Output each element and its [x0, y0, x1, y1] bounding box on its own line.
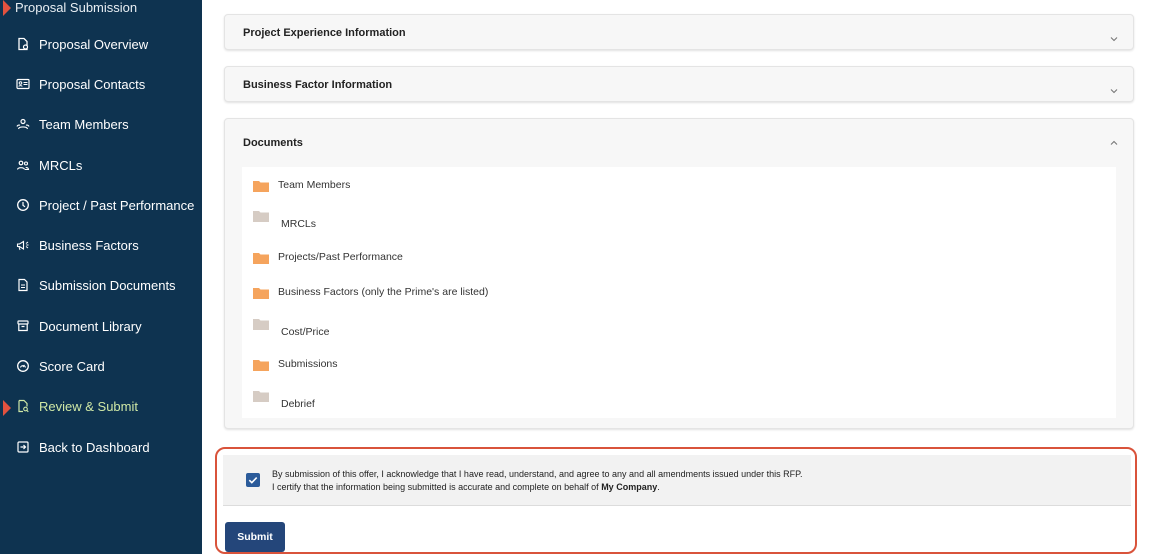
review-icon	[16, 399, 30, 413]
sidebar-item-proposal-contacts[interactable]: Proposal Contacts	[0, 69, 202, 101]
business-factor-panel[interactable]: Business Factor Information	[224, 66, 1134, 102]
main-content: Project Experience Information Business …	[202, 0, 1153, 554]
chevron-down-icon[interactable]	[1109, 31, 1119, 42]
company-name: My Company	[601, 482, 658, 492]
acknowledgement-line-2: I certify that the information being sub…	[272, 481, 803, 494]
folder-label: Cost/Price	[281, 326, 330, 338]
documents-folder-list: Team Members MRCLs Projects/Past Perform…	[242, 167, 1116, 418]
sidebar-item-label: Document Library	[39, 319, 142, 334]
sidebar-item-label: Submission Documents	[39, 278, 176, 293]
documents-panel: Documents Team Members MRCLs Projects/Pa…	[224, 118, 1134, 429]
project-experience-panel[interactable]: Project Experience Information	[224, 14, 1134, 50]
sidebar-item-mrcls[interactable]: MRCLs	[0, 150, 202, 182]
sidebar-item-document-library[interactable]: Document Library	[0, 311, 202, 343]
sidebar-section-header: Proposal Submission	[0, 0, 202, 17]
folder-icon	[253, 358, 269, 371]
sidebar-item-label: Score Card	[39, 359, 105, 374]
folder-icon	[253, 317, 269, 330]
chevron-up-icon[interactable]	[1109, 135, 1119, 145]
folder-icon	[253, 286, 269, 299]
folder-label: Debrief	[281, 398, 315, 410]
panel-title: Project Experience Information	[243, 27, 406, 39]
folder-icon	[253, 389, 269, 402]
sidebar-item-business-factors[interactable]: Business Factors	[0, 230, 202, 262]
sidebar-item-team-members[interactable]: Team Members	[0, 109, 202, 141]
sidebar-item-submission-documents[interactable]: Submission Documents	[0, 270, 202, 302]
acknowledgement-line-2-text: I certify that the information being sub…	[272, 482, 602, 492]
sidebar-item-score-card[interactable]: Score Card	[0, 351, 202, 383]
sidebar-item-project-past-performance[interactable]: Project / Past Performance	[0, 190, 202, 222]
document-icon	[16, 37, 30, 51]
sidebar-item-label: Business Factors	[39, 238, 139, 253]
folder-label: Team Members	[278, 179, 351, 191]
megaphone-icon	[16, 238, 30, 252]
sidebar: Proposal Submission Proposal Overview Pr…	[0, 0, 202, 554]
app: Proposal Submission Proposal Overview Pr…	[0, 0, 1153, 554]
contact-card-icon	[16, 77, 30, 91]
acknowledgement-line-1: By submission of this offer, I acknowled…	[272, 469, 803, 479]
file-icon	[16, 278, 30, 292]
sidebar-item-label: Back to Dashboard	[39, 440, 150, 455]
gauge-icon	[16, 359, 30, 373]
folder-icon	[253, 179, 269, 192]
acknowledgement-box: By submission of this offer, I acknowled…	[223, 455, 1131, 506]
folder-label: Submissions	[278, 358, 338, 370]
sidebar-item-label: Team Members	[39, 117, 129, 132]
acknowledgement-line-2-end: .	[657, 482, 660, 492]
sidebar-item-label: Proposal Overview	[39, 37, 149, 52]
sidebar-item-label: Proposal Contacts	[39, 77, 146, 92]
sidebar-item-label: MRCLs	[39, 158, 83, 173]
folder-label: Business Factors (only the Prime's are l…	[278, 286, 489, 298]
sidebar-item-proposal-overview[interactable]: Proposal Overview	[0, 29, 202, 61]
folder-label: Projects/Past Performance	[278, 251, 403, 263]
users-icon	[16, 158, 30, 172]
checkmark-icon	[248, 477, 258, 484]
submission-acknowledgement-section: By submission of this offer, I acknowled…	[215, 447, 1137, 554]
active-section-marker	[3, 0, 11, 16]
acknowledgement-text: By submission of this offer, I acknowled…	[272, 468, 803, 494]
submit-button[interactable]: Submit	[225, 522, 285, 552]
panel-title: Business Factor Information	[243, 79, 393, 91]
acknowledgement-checkbox[interactable]	[246, 473, 260, 487]
sidebar-item-back-to-dashboard[interactable]: Back to Dashboard	[0, 432, 202, 464]
sidebar-section-title: Proposal Submission	[15, 0, 138, 15]
sidebar-item-label: Project / Past Performance	[39, 198, 195, 213]
team-icon	[16, 117, 30, 131]
archive-icon	[16, 319, 30, 333]
exit-icon	[16, 440, 30, 454]
sidebar-item-review-submit[interactable]: Review & Submit	[0, 391, 202, 423]
history-icon	[16, 198, 30, 212]
active-item-marker	[3, 400, 11, 416]
folder-label: MRCLs	[281, 218, 317, 230]
panel-title[interactable]: Documents	[243, 137, 303, 149]
chevron-down-icon[interactable]	[1109, 83, 1119, 94]
sidebar-item-label: Review & Submit	[39, 399, 138, 414]
folder-icon	[253, 209, 269, 222]
folder-icon	[253, 251, 269, 264]
